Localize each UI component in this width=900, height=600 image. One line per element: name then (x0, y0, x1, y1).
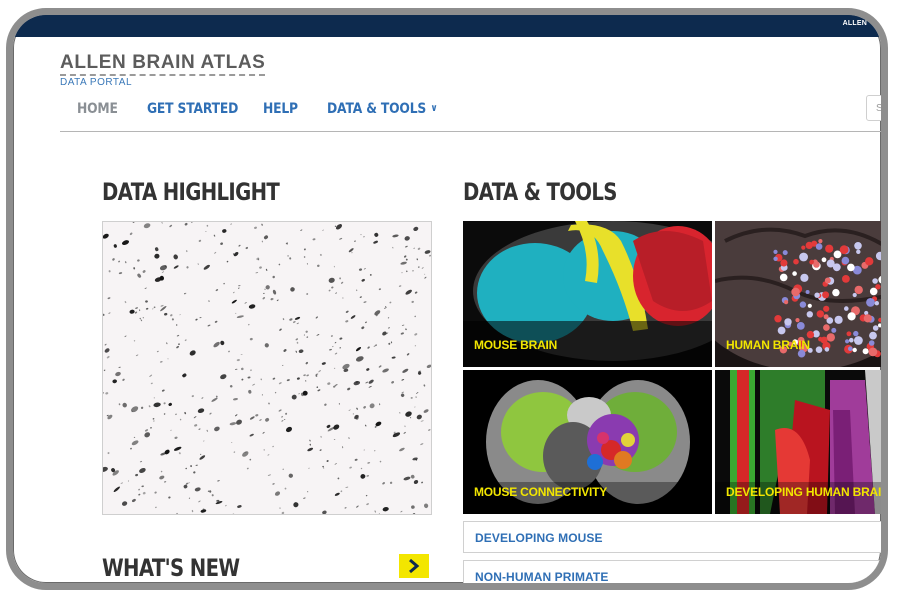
logo-title: ALLEN BRAIN ATLAS (60, 53, 266, 76)
browser-frame: ALLEN ALLEN BRAIN ATLAS DATA PORTAL HOME… (6, 8, 888, 590)
logo-subtitle: DATA PORTAL (60, 77, 132, 88)
nav-home[interactable]: HOME (77, 101, 118, 117)
tile-mouse-connectivity[interactable]: MOUSE CONNECTIVITY (463, 370, 712, 514)
neuron-stain-image (103, 222, 431, 514)
nav-divider (60, 131, 881, 132)
tile-label-human-brain: HUMAN BRAIN (726, 338, 810, 352)
nav-get-started[interactable]: GET STARTED (147, 101, 238, 117)
tile-developing-human-brain[interactable]: DEVELOPING HUMAN BRAIN (715, 370, 888, 514)
link-non-human-primate[interactable]: NON-HUMAN PRIMATE (463, 560, 881, 584)
tile-label-developing-human-brain: DEVELOPING HUMAN BRAIN (726, 485, 888, 499)
tile-label-mouse-connectivity: MOUSE CONNECTIVITY (474, 485, 608, 499)
data-tools-title: DATA & TOOLS (463, 178, 617, 206)
nav-data-tools-label: DATA & TOOLS (327, 101, 427, 117)
top-bar-text: ALLEN (842, 20, 867, 27)
whats-new-next-button[interactable] (399, 554, 429, 578)
site-logo[interactable]: ALLEN BRAIN ATLAS DATA PORTAL (60, 53, 266, 88)
whats-new-title: WHAT'S NEW (102, 554, 240, 582)
link-label-non-human-primate: NON-HUMAN PRIMATE (475, 570, 609, 584)
tile-human-brain[interactable]: HUMAN BRAIN (715, 221, 881, 367)
link-label-developing-mouse: DEVELOPING MOUSE (475, 531, 603, 545)
search-placeholder: Se (876, 103, 888, 114)
link-developing-mouse[interactable]: DEVELOPING MOUSE (463, 521, 881, 553)
nav-help[interactable]: HELP (263, 101, 298, 117)
tile-mouse-brain[interactable]: MOUSE BRAIN (463, 221, 712, 367)
tile-label-mouse-brain: MOUSE BRAIN (474, 338, 558, 352)
chevron-right-icon (409, 558, 420, 574)
chevron-down-icon: ∨ (430, 103, 438, 114)
data-highlight-image[interactable] (102, 221, 432, 515)
top-bar: ALLEN (13, 15, 881, 37)
nav-data-tools[interactable]: DATA & TOOLS ∨ (327, 101, 438, 117)
data-highlight-title: DATA HIGHLIGHT (102, 178, 280, 206)
search-input[interactable]: Se (866, 95, 888, 121)
